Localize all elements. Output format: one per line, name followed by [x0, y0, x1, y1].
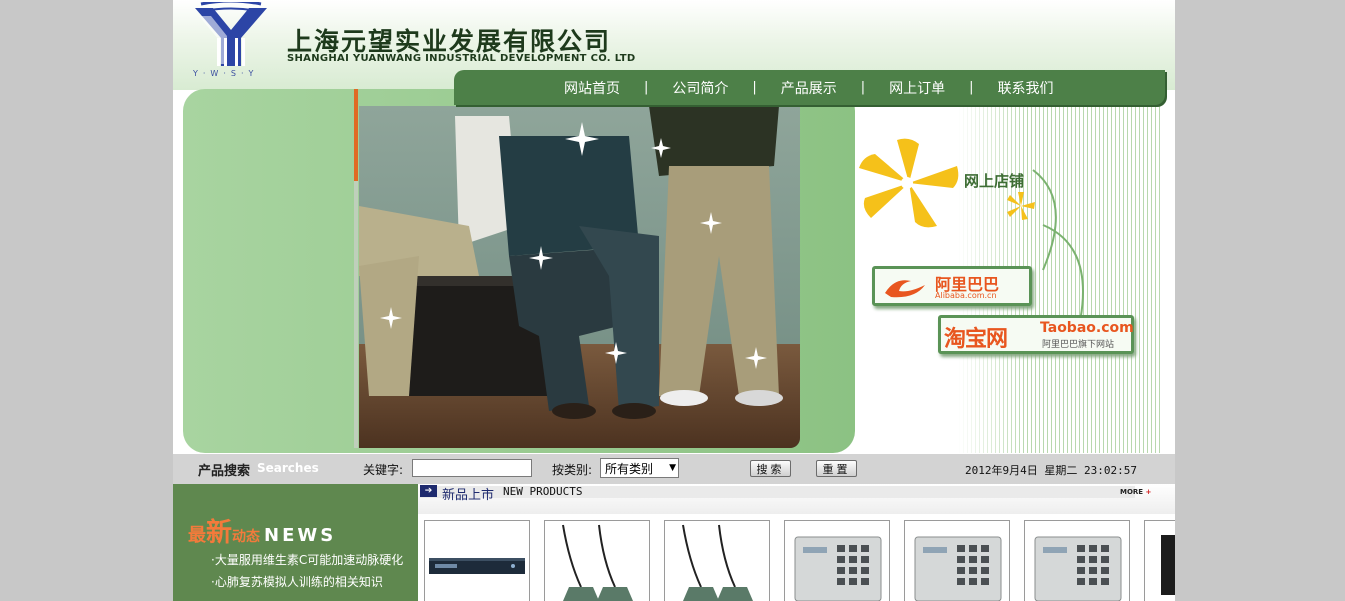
nav-home[interactable]: 网站首页 [564, 78, 620, 98]
news-panel: 最新动态 NEWS ·大量服用维生素C可能加速动脉硬化 ·心肺复苏模拟人训练的相关… [173, 484, 418, 601]
product-thumbnail[interactable] [784, 520, 890, 601]
logo-subtitle: Y·W·S·Y [193, 69, 259, 78]
conference-microphone-icon [562, 524, 633, 601]
alibaba-logo-icon [885, 280, 925, 298]
alibaba-name-en: Alibaba.com.cn [935, 291, 997, 300]
taobao-name-en: Taobao.com [1040, 320, 1134, 336]
nav-contact[interactable]: 联系我们 [998, 78, 1054, 98]
rack-unit-icon [429, 558, 525, 574]
keypad-panel-icon [914, 536, 1002, 601]
yellow-flower-icon [859, 138, 959, 228]
product-thumbnail[interactable] [424, 520, 530, 601]
new-products-title-cn: 新品上市 [442, 488, 495, 503]
online-shops-title: 网上店铺 [964, 172, 1025, 190]
more-text: MORE [1120, 488, 1144, 496]
conference-microphone-icon [682, 524, 753, 601]
new-products-header: ➔ 新品上市 NEW PRODUCTS MORE + [418, 484, 1175, 514]
more-plus: + [1145, 488, 1152, 496]
current-datetime: 2012年9月4日 星期二 23:02:57 [965, 464, 1137, 477]
search-title: 产品搜索 [198, 464, 251, 479]
main-nav: 网站首页 | 公司简介 | 产品展示 | 网上订单 | 联系我们 [454, 70, 1165, 105]
arrow-right-icon: ➔ [420, 485, 437, 497]
news-item[interactable]: ·心肺复苏模拟人训练的相关知识 [211, 573, 383, 590]
product-thumbnail[interactable] [904, 520, 1010, 601]
new-products-title-en: NEW PRODUCTS [503, 485, 583, 498]
category-select[interactable]: 所有类别 ▼ [600, 458, 679, 478]
category-selected: 所有类别 [605, 461, 654, 476]
category-label: 按类别: [552, 463, 593, 477]
news-title-part: 新 [206, 518, 233, 548]
page: Y·W·S·Y 上海元望实业发展有限公司 SHANGHAI YUANWANG I… [173, 0, 1175, 601]
news-title: 最新动态 NEWS [188, 512, 336, 549]
nav-orders[interactable]: 网上订单 [889, 78, 945, 98]
search-title-en: Searches [257, 461, 319, 475]
news-item[interactable]: ·大量服用维生素C可能加速动脉硬化 [211, 551, 403, 568]
keypad-panel-icon [794, 536, 882, 601]
news-title-part: 最 [188, 525, 206, 546]
keypad-panel-icon [1034, 536, 1122, 601]
nav-about[interactable]: 公司简介 [672, 78, 728, 98]
keyword-label: 关键字: [363, 463, 404, 477]
banner-photo [359, 106, 800, 448]
nav-separator: | [752, 80, 757, 95]
chevron-down-icon: ▼ [669, 463, 676, 473]
product-thumbnail[interactable] [664, 520, 770, 601]
product-thumbnail[interactable] [544, 520, 650, 601]
search-button[interactable]: 搜索 [750, 460, 791, 477]
nav-separator: | [969, 80, 974, 95]
news-title-en: NEWS [264, 525, 337, 546]
taobao-link[interactable]: 淘宝网 Taobao.com 阿里巴巴旗下网站 [938, 315, 1134, 354]
taobao-name-cn: 淘宝网 [944, 327, 1008, 352]
company-name-en: SHANGHAI YUANWANG INDUSTRIAL DEVELOPMENT… [287, 53, 636, 64]
banner-orange-accent [354, 89, 358, 181]
small-flower-icon [1007, 192, 1035, 220]
nav-products[interactable]: 产品展示 [781, 78, 837, 98]
product-search-bar: 产品搜索 Searches 关键字: 按类别: 所有类别 ▼ 搜索 重置 201… [173, 454, 1175, 484]
nav-separator: | [860, 80, 866, 95]
nav-separator: | [644, 80, 649, 95]
banner-divider [354, 181, 358, 448]
taobao-subtitle: 阿里巴巴旗下网站 [1042, 340, 1115, 350]
news-title-part: 动态 [232, 529, 261, 545]
more-link[interactable]: MORE + [1120, 488, 1151, 496]
product-thumbnail[interactable] [1144, 520, 1175, 601]
product-thumbnail[interactable] [1024, 520, 1130, 601]
device-panel-icon [1161, 535, 1175, 595]
alibaba-link[interactable]: 阿里巴巴 Alibaba.com.cn [872, 266, 1032, 306]
reset-button[interactable]: 重置 [816, 460, 857, 477]
keyword-input[interactable] [412, 459, 532, 477]
